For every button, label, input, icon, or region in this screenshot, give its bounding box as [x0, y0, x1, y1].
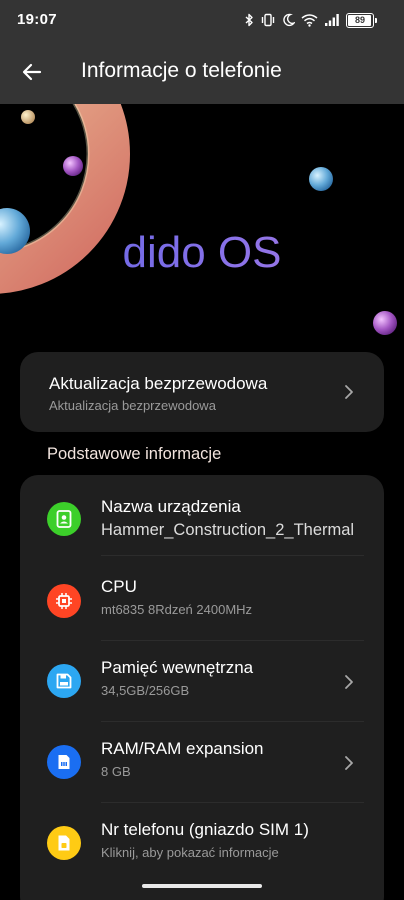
- memory-icon: [47, 745, 81, 779]
- wireless-update-card[interactable]: Aktualizacja bezprzewodowa Aktualizacja …: [20, 352, 384, 432]
- signal-icon: [324, 13, 340, 27]
- cpu-label: CPU: [101, 577, 137, 596]
- storage-icon: [47, 664, 81, 698]
- status-bar: 19:07 89: [0, 0, 404, 40]
- ram-value: 8 GB: [101, 764, 131, 779]
- battery-percentage: 89: [354, 14, 365, 25]
- home-indicator[interactable]: [142, 884, 262, 888]
- status-icons: 89: [245, 11, 377, 29]
- app-bar: Informacje o telefonie: [0, 40, 404, 104]
- arrow-back-icon[interactable]: [20, 60, 44, 84]
- phone-number-label: Nr telefonu (gniazdo SIM 1): [101, 820, 309, 839]
- chevron-right-icon: [344, 755, 354, 771]
- device-name-value: Hammer_Construction_2_Thermal: [101, 521, 355, 539]
- divider: [101, 555, 364, 556]
- ram-label: RAM/RAM expansion: [101, 739, 264, 758]
- basic-info-card: Nazwa urządzenia Hammer_Construction_2_T…: [20, 475, 384, 900]
- vibrate-icon: [260, 13, 276, 27]
- do-not-disturb-moon-icon: [282, 13, 295, 27]
- device-name-label: Nazwa urządzenia: [101, 497, 241, 516]
- chevron-right-icon: [344, 384, 354, 400]
- os-brand-name: dido OS: [0, 228, 404, 278]
- hero-banner: dido OS: [0, 104, 404, 354]
- list-item-ram[interactable]: RAM/RAM expansion 8 GB: [20, 722, 384, 803]
- list-item-device-name[interactable]: Nazwa urządzenia Hammer_Construction_2_T…: [20, 475, 384, 556]
- page-title: Informacje o telefonie: [81, 59, 282, 82]
- list-item-internal-storage[interactable]: Pamięć wewnętrzna 34,5GB/256GB: [20, 641, 384, 722]
- battery-icon: 89: [346, 12, 377, 28]
- wifi-icon: [301, 13, 318, 27]
- phone-number-value: Kliknij, aby pokazać informacje: [101, 845, 279, 860]
- storage-label: Pamięć wewnętrzna: [101, 658, 254, 677]
- status-time: 19:07: [17, 11, 57, 28]
- bluetooth-icon: [245, 13, 254, 27]
- chevron-right-icon: [344, 674, 354, 690]
- list-item-phone-number-sim1[interactable]: Nr telefonu (gniazdo SIM 1) Kliknij, aby…: [20, 803, 384, 884]
- cpu-value: mt6835 8Rdzeń 2400MHz: [101, 602, 253, 617]
- sim-card-icon: [47, 826, 81, 860]
- storage-value: 34,5GB/256GB: [101, 683, 190, 698]
- chip-icon: [47, 584, 81, 618]
- section-title-basic-info: Podstawowe informacje: [47, 445, 222, 463]
- contact-card-icon: [47, 502, 81, 536]
- wireless-update-title: Aktualizacja bezprzewodowa: [49, 374, 268, 393]
- list-item-cpu: CPU mt6835 8Rdzeń 2400MHz: [20, 560, 384, 641]
- wireless-update-subtitle: Aktualizacja bezprzewodowa: [49, 398, 216, 413]
